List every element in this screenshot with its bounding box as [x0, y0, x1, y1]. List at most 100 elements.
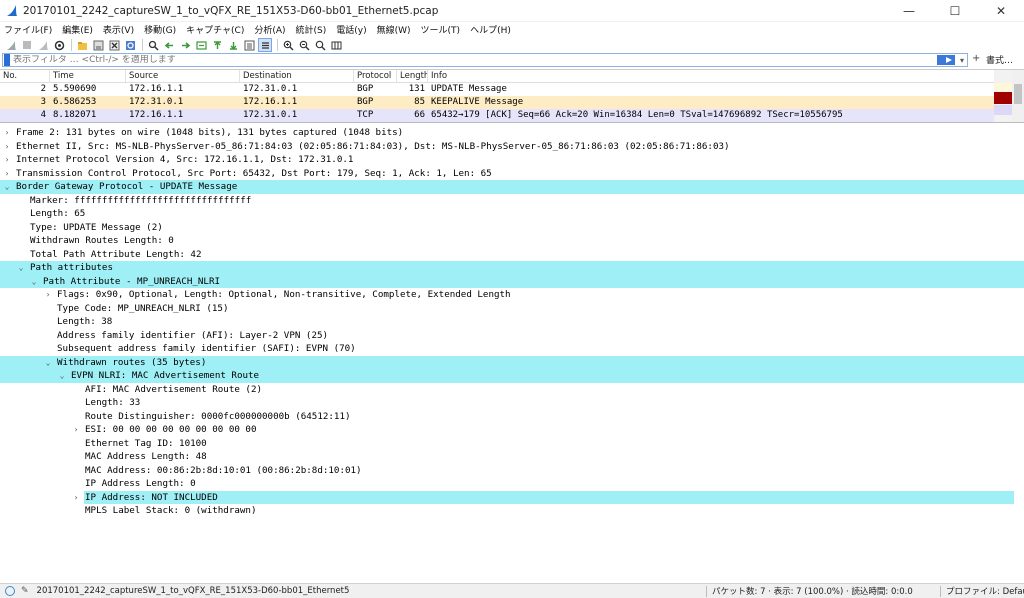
edit-comment-icon[interactable]: ✎ — [21, 586, 29, 596]
collapse-arrow-icon[interactable]: ⌄ — [2, 180, 12, 194]
menu-capture[interactable]: キャプチャ(C) — [186, 23, 244, 36]
collapse-arrow-icon[interactable]: ⌄ — [16, 261, 26, 275]
menu-analyze[interactable]: 分析(A) — [254, 23, 285, 36]
stop-capture-icon[interactable] — [20, 38, 34, 52]
menu-go[interactable]: 移動(G) — [144, 23, 176, 36]
zoom-out-icon[interactable] — [297, 38, 311, 52]
tree-item[interactable]: › Internet Protocol Version 4, Src: 172.1… — [0, 153, 1024, 167]
expand-arrow-icon[interactable]: › — [2, 140, 12, 154]
packet-row[interactable]: 3 6.586253 172.31.0.1 172.16.1.1 BGP 85 … — [0, 96, 1024, 109]
go-first-packet-icon[interactable] — [210, 38, 224, 52]
reload-file-icon[interactable] — [123, 38, 137, 52]
go-to-packet-icon[interactable] — [194, 38, 208, 52]
menu-view[interactable]: 表示(V) — [103, 23, 134, 36]
tree-item-highlighted[interactable]: ⌄ Path Attribute - MP_UNREACH_NLRI — [0, 274, 1024, 289]
tree-item[interactable]: Total Path Attribute Length: 42 — [0, 248, 1024, 262]
tree-item[interactable]: Length: 65 — [0, 207, 1024, 221]
column-header-protocol[interactable]: Protocol — [354, 70, 397, 82]
minimize-button[interactable]: — — [886, 0, 932, 22]
go-back-icon[interactable] — [162, 38, 176, 52]
autoscroll-icon[interactable] — [242, 38, 256, 52]
resize-columns-icon[interactable] — [329, 38, 343, 52]
close-file-icon[interactable] — [107, 38, 121, 52]
expand-arrow-icon[interactable]: › — [2, 167, 12, 181]
packet-minimap[interactable] — [994, 70, 1012, 122]
expand-arrow-icon[interactable]: › — [2, 126, 12, 140]
zoom-in-icon[interactable] — [281, 38, 295, 52]
column-header-time[interactable]: Time — [50, 70, 126, 82]
packet-row[interactable]: 2 5.590690 172.16.1.1 172.31.0.1 BGP 131… — [0, 83, 1024, 96]
column-header-info[interactable]: Info — [428, 70, 1024, 82]
add-filter-button[interactable]: + — [972, 53, 980, 64]
colorize-icon[interactable] — [258, 38, 272, 52]
go-forward-icon[interactable] — [178, 38, 192, 52]
column-header-source[interactable]: Source — [126, 70, 240, 82]
filter-history-dropdown[interactable]: ▾ — [957, 56, 967, 65]
tree-item[interactable]: MAC Address: 00:86:2b:8d:10:01 (00:86:2b… — [0, 464, 1024, 478]
column-header-no[interactable]: No. — [0, 70, 50, 82]
menu-edit[interactable]: 編集(E) — [62, 23, 93, 36]
find-packet-icon[interactable] — [146, 38, 160, 52]
zoom-reset-icon[interactable] — [313, 38, 327, 52]
go-last-packet-icon[interactable] — [226, 38, 240, 52]
tree-item[interactable]: › Frame 2: 131 bytes on wire (1048 bits),… — [0, 126, 1024, 140]
tree-item[interactable]: Ethernet Tag ID: 10100 — [0, 437, 1024, 451]
tree-item[interactable]: IP Address Length: 0 — [0, 477, 1024, 491]
tree-item[interactable]: Address family identifier (AFI): Layer-2… — [0, 329, 1024, 343]
tree-item[interactable]: Withdrawn Routes Length: 0 — [0, 234, 1024, 248]
packet-list-scrollbar[interactable] — [1012, 70, 1024, 122]
tree-item[interactable]: › ESI: 00 00 00 00 00 00 00 00 00 — [0, 423, 1024, 437]
tree-item[interactable]: MAC Address Length: 48 — [0, 450, 1024, 464]
menu-statistics[interactable]: 統計(S) — [296, 23, 327, 36]
expert-info-icon[interactable] — [5, 586, 15, 596]
tree-item[interactable]: Type Code: MP_UNREACH_NLRI (15) — [0, 302, 1024, 316]
apply-filter-button[interactable] — [937, 55, 955, 65]
tree-item-highlighted[interactable]: ⌄ EVPN NLRI: MAC Advertisement Route — [0, 369, 1024, 383]
tree-item[interactable]: Subsequent address family identifier (SA… — [0, 342, 1024, 356]
save-file-icon[interactable] — [91, 38, 105, 52]
menu-help[interactable]: ヘルプ(H) — [470, 23, 511, 36]
column-header-length[interactable]: Length — [397, 70, 428, 82]
tree-item[interactable]: Route Distinguisher: 0000fc000000000b (6… — [0, 410, 1024, 424]
menu-wireless[interactable]: 無線(W) — [377, 23, 411, 36]
open-file-icon[interactable] — [75, 38, 89, 52]
tree-item[interactable]: AFI: MAC Advertisement Route (2) — [0, 383, 1024, 397]
display-filter-input[interactable] — [13, 55, 937, 65]
packet-time: 6.586253 — [53, 97, 97, 107]
tree-item[interactable]: › Ethernet II, Src: MS-NLB-PhysServer-05_… — [0, 140, 1024, 154]
expand-arrow-icon[interactable]: › — [2, 153, 12, 167]
filter-format-button[interactable]: 書式… — [986, 53, 1013, 66]
menu-telephony[interactable]: 電話(y) — [336, 23, 366, 36]
expand-arrow-icon[interactable]: › — [71, 491, 81, 505]
expand-arrow-icon[interactable]: › — [43, 288, 53, 302]
column-header-destination[interactable]: Destination — [240, 70, 354, 82]
status-profile[interactable]: プロファイル: Default — [946, 585, 1024, 597]
collapse-arrow-icon[interactable]: ⌄ — [29, 275, 39, 289]
close-button[interactable]: ✕ — [978, 0, 1024, 22]
packet-row[interactable]: 4 8.182071 172.16.1.1 172.31.0.1 TCP 66 … — [0, 109, 1024, 122]
restart-capture-icon[interactable] — [36, 38, 50, 52]
collapse-arrow-icon[interactable]: ⌄ — [57, 369, 67, 383]
minimap-selected-marker — [994, 92, 1012, 104]
filter-bookmark-icon[interactable] — [4, 54, 10, 66]
tree-item[interactable]: Length: 38 — [0, 315, 1024, 329]
tree-item-highlighted[interactable]: ⌄ Path attributes — [0, 261, 1024, 275]
menu-tools[interactable]: ツール(T) — [421, 23, 461, 36]
tree-item-highlighted[interactable]: ⌄ Withdrawn routes (35 bytes) — [0, 355, 1024, 370]
capture-options-icon[interactable] — [52, 38, 66, 52]
tree-item[interactable]: Type: UPDATE Message (2) — [0, 221, 1024, 235]
tree-item-selected[interactable]: ⌄ Border Gateway Protocol - UPDATE Messag… — [0, 180, 1024, 194]
expand-arrow-icon[interactable]: › — [71, 423, 81, 437]
tree-item[interactable]: › Transmission Control Protocol, Src Port… — [0, 167, 1024, 181]
collapse-arrow-icon[interactable]: ⌄ — [43, 356, 53, 370]
tree-item[interactable]: › Flags: 0x90, Optional, Length: Optional… — [0, 288, 1024, 302]
tree-item[interactable]: Length: 33 — [0, 396, 1024, 410]
scrollbar-thumb[interactable] — [1014, 84, 1022, 104]
tree-item[interactable]: MPLS Label Stack: 0 (withdrawn) — [0, 504, 1024, 518]
start-capture-icon[interactable] — [4, 38, 18, 52]
tree-item[interactable]: Marker: ffffffffffffffffffffffffffffffff — [0, 194, 1024, 208]
maximize-button[interactable]: ☐ — [932, 0, 978, 22]
packet-info: 65432→179 [ACK] Seq=66 Ack=20 Win=16384 … — [431, 110, 843, 120]
tree-item[interactable]: › IP Address: NOT INCLUDED — [0, 490, 1024, 505]
menu-file[interactable]: ファイル(F) — [4, 23, 52, 36]
